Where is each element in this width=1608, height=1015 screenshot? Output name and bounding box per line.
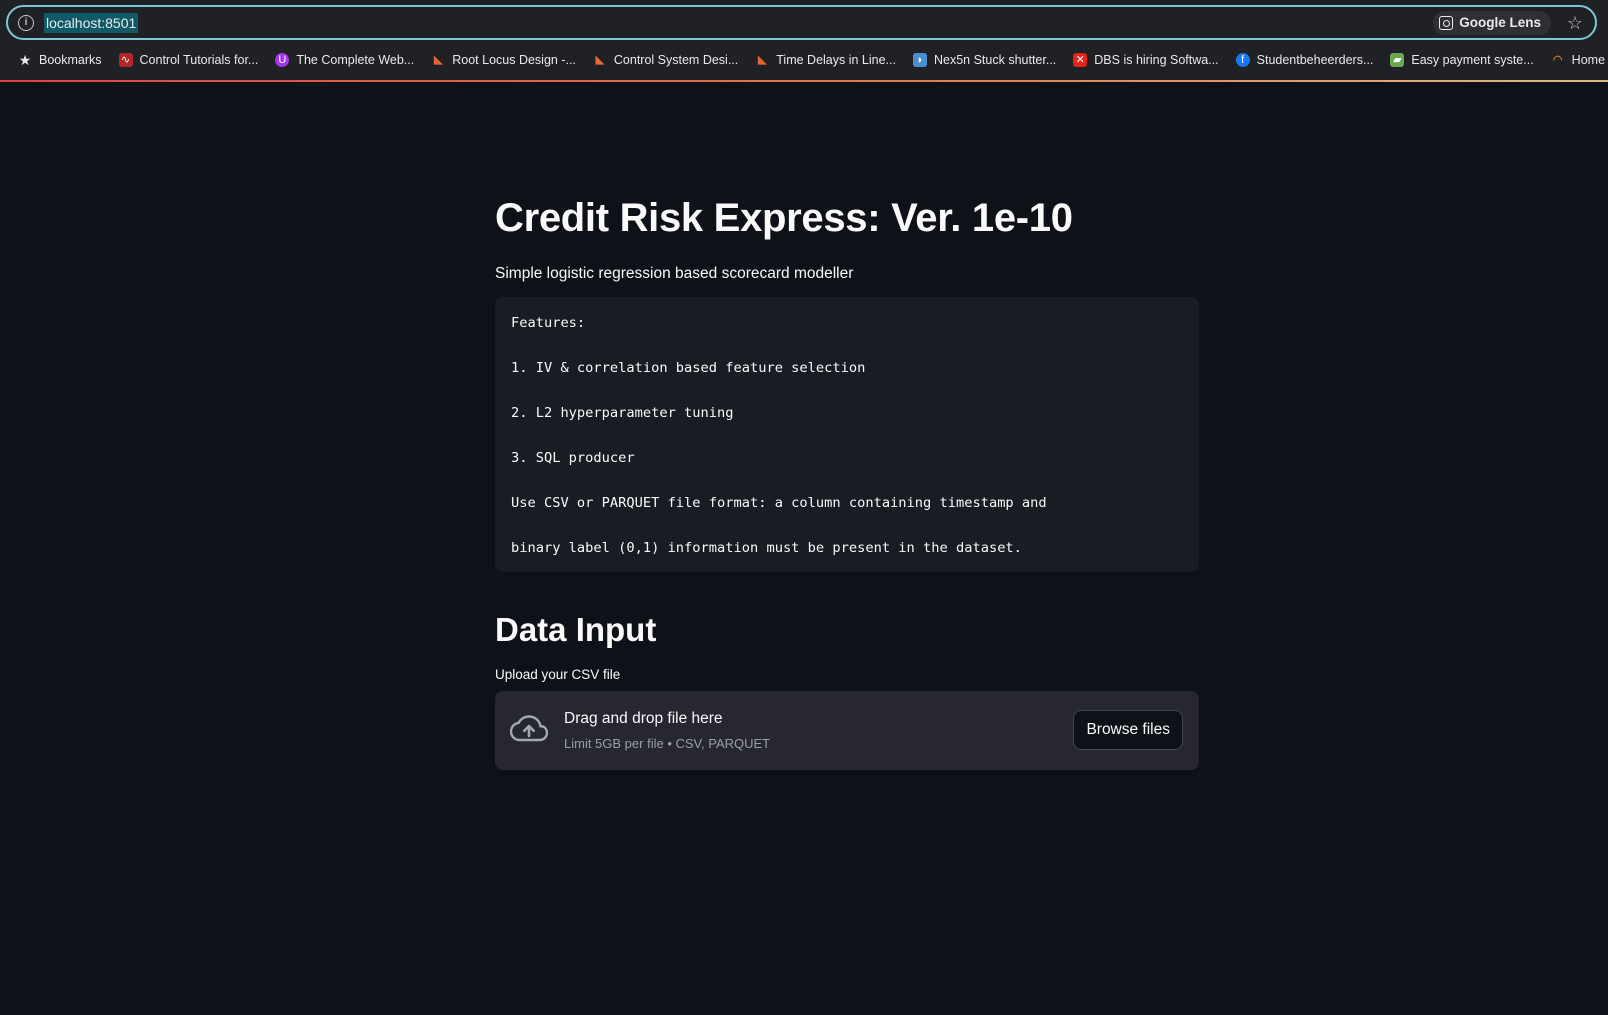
bookmark-item[interactable]: ◣ Time Delays in Line... [755,53,896,67]
file-dropzone[interactable]: Drag and drop file here Limit 5GB per fi… [495,691,1199,770]
payment-icon: ▰ [1390,53,1405,67]
matlab-icon: ◣ [434,54,443,66]
udemy-icon: U [275,53,290,67]
bookmark-label: Studentbeheerders... [1256,53,1374,67]
matlab-icon: ◣ [595,54,605,66]
url-text[interactable]: localhost:8501 [44,13,139,33]
bookmark-label: DBS is hiring Softwa... [1094,53,1219,67]
code-line: binary label (0,1) information must be p… [511,540,1022,556]
loading-bar [0,80,1608,82]
code-line: 2. L2 hyperparameter tuning [511,405,734,421]
features-code-block: Features: 1. IV & correlation based feat… [495,297,1199,572]
file-limit-text: Limit 5GB per file • CSV, PARQUET [564,736,771,751]
google-lens-button[interactable]: Google Lens [1433,11,1551,35]
bookmark-item[interactable]: ◠ Home [1551,53,1605,67]
bookmark-item[interactable]: U The Complete Web... [275,53,414,67]
bookmark-label: Root Locus Design -... [452,53,576,67]
address-bar[interactable]: i localhost:8501 Google Lens ☆ [6,5,1597,40]
bookmark-item[interactable]: ▰ Easy payment syste... [1390,53,1534,67]
bookmark-label: The Complete Web... [296,53,415,67]
main-content: Credit Risk Express: Ver. 1e-10 Simple l… [495,190,1199,770]
page-subtitle: Simple logistic regression based scoreca… [495,265,854,282]
drop-instructions: Drag and drop file here [564,710,723,727]
bookmark-label: Nex5n Stuck shutter... [933,53,1057,67]
section-heading: Data Input [495,611,657,648]
bookmarks-bar: ★ Bookmarks ∿ Control Tutorials for... U The … [0,47,1608,73]
dbs-icon: ✕ [1073,53,1088,67]
code-line: Features: [511,315,586,331]
bookmark-item[interactable]: f Studentbeheerders... [1235,53,1374,67]
code-line: 1. IV & correlation based feature select… [511,360,866,376]
google-lens-label: Google Lens [1459,15,1541,30]
bookmark-item[interactable]: ★ Bookmarks [18,53,102,67]
site-icon: ◗ [912,53,927,67]
bookmark-item[interactable]: ◣ Control System Desi... [593,53,739,67]
page-title: Credit Risk Express: Ver. 1e-10 [495,196,1073,240]
star-icon: ★ [18,52,32,68]
bookmark-item[interactable]: ◣ Root Locus Design -... [431,53,576,67]
facebook-icon: f [1235,53,1250,67]
bookmark-label: Control System Desi... [613,53,739,67]
bookmark-label: Bookmarks [39,53,102,67]
bookmark-item[interactable]: ∿ Control Tutorials for... [118,53,259,67]
code-line: Use CSV or PARQUET file format: a column… [511,495,1047,511]
site-info-icon[interactable]: i [18,15,34,31]
bookmark-label: Time Delays in Line... [776,53,896,67]
bookmark-label: Easy payment syste... [1411,53,1534,67]
waveform-icon: ∿ [118,53,133,67]
cloud-upload-icon [510,715,548,742]
browser-chrome: i localhost:8501 Google Lens ☆ ★ Bookmark… [0,0,1608,82]
lens-icon [1439,16,1454,30]
code-line: 3. SQL producer [511,450,635,466]
bookmark-label: Home [1571,53,1606,67]
bookmark-star-icon[interactable]: ☆ [1567,10,1583,36]
bookmark-item[interactable]: ◗ Nex5n Stuck shutter... [912,53,1057,67]
matlab-icon: ◣ [758,54,767,66]
home-icon: ◠ [1552,54,1563,66]
bookmark-label: Control Tutorials for... [139,53,259,67]
bookmark-item[interactable]: ✕ DBS is hiring Softwa... [1073,53,1219,67]
uploader-label: Upload your CSV file [495,667,621,682]
browse-files-button[interactable]: Browse files [1073,710,1183,750]
